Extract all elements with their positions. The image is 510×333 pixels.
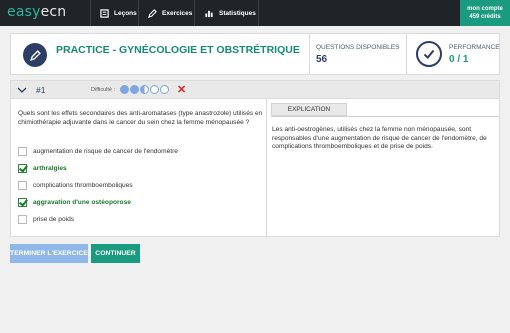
- account-label: mon compte: [467, 6, 503, 12]
- answer-label: complications thromboemboliques: [33, 182, 133, 189]
- logo-easy: easy: [7, 4, 41, 20]
- nav-divider: [138, 0, 139, 26]
- logo-ecn: ecn: [40, 4, 67, 20]
- panel-divider: [266, 99, 267, 236]
- answer-option[interactable]: aggravation d'une ostéoporose: [18, 194, 268, 211]
- question-text: Quels sont les effets secondaires des an…: [18, 110, 263, 126]
- question-header: #1 Difficulté : ✕: [11, 81, 499, 99]
- pencil-icon: [29, 49, 41, 61]
- answer-label: prise de poids: [33, 216, 75, 223]
- answer-option[interactable]: augmentation de risque de cancer de l'en…: [18, 143, 268, 160]
- tab-underline: [271, 116, 499, 117]
- nav-item-statistiques[interactable]: Statistiques: [204, 0, 256, 26]
- nav-divider: [258, 0, 259, 26]
- top-nav: easyecn Leçons Exercices Statistiques mo…: [0, 0, 510, 26]
- nav-label-lecons: Leçons: [114, 9, 137, 17]
- answer-option[interactable]: complications thromboemboliques: [18, 177, 268, 194]
- nav-label-exercices: Exercices: [162, 9, 193, 17]
- page-title: PRACTICE - GYNÉCOLOGIE ET OBSTRÉTRIQUE: [56, 44, 300, 56]
- answer-checkbox[interactable]: [18, 164, 27, 173]
- chevron-down-icon[interactable]: [17, 85, 27, 95]
- nav-item-exercices[interactable]: Exercices: [148, 0, 192, 26]
- answer-label: arthralgies: [33, 165, 67, 172]
- header-divider: [309, 34, 310, 74]
- header-divider: [406, 34, 407, 74]
- bar-chart-icon: [205, 10, 213, 17]
- cross-icon: ✕: [177, 84, 187, 96]
- account-button[interactable]: mon compte 459 crédits: [460, 0, 510, 26]
- difficulty-dot: [140, 85, 149, 94]
- answer-checkbox[interactable]: [18, 198, 27, 207]
- answer-checkbox[interactable]: [18, 215, 27, 224]
- difficulty-label: Difficulté :: [91, 87, 116, 93]
- nav-item-lecons[interactable]: Leçons: [100, 0, 137, 26]
- difficulty-rating: [120, 85, 169, 94]
- logo[interactable]: easyecn: [7, 4, 66, 20]
- answer-options: augmentation de risque de cancer de l'en…: [18, 143, 268, 228]
- answer-label: aggravation d'une ostéoporose: [33, 199, 131, 206]
- tab-explication[interactable]: EXPLICATION: [271, 103, 347, 116]
- nav-label-statistiques: Statistiques: [219, 9, 256, 17]
- performance-label: PERFORMANCE: [449, 44, 500, 51]
- continue-button[interactable]: CONTINUER: [91, 244, 140, 263]
- answer-option[interactable]: prise de poids: [18, 211, 268, 228]
- performance-check-icon: [416, 41, 442, 67]
- pencil-icon: [148, 8, 157, 18]
- nav-divider: [194, 0, 195, 26]
- question-number: #1: [36, 85, 46, 95]
- answer-checkbox[interactable]: [18, 147, 27, 156]
- question-panel: #1 Difficulté : ✕ Quels sont les effets …: [10, 80, 500, 237]
- book-icon: [100, 8, 109, 18]
- exercise-type-badge: [23, 43, 47, 67]
- answer-checkbox[interactable]: [18, 181, 27, 190]
- difficulty-dot: [150, 85, 159, 94]
- nav-divider: [90, 0, 91, 26]
- questions-available-label: QUESTIONS DISPONIBLES: [316, 44, 400, 51]
- exercise-header: PRACTICE - GYNÉCOLOGIE ET OBSTRÉTRIQUE Q…: [10, 33, 500, 75]
- end-exercise-button[interactable]: TERMINER L'EXERCICE: [10, 244, 88, 263]
- account-credits: 459 crédits: [469, 14, 501, 20]
- questions-available-value: 56: [316, 54, 328, 65]
- difficulty-dot: [130, 85, 139, 94]
- difficulty-dot: [120, 85, 129, 94]
- answer-option[interactable]: arthralgies: [18, 160, 268, 177]
- explanation-text: Les anti-oestrogènes, utilisés chez la f…: [272, 126, 487, 151]
- performance-value: 0 / 1: [449, 54, 469, 65]
- answer-label: augmentation de risque de cancer de l'en…: [33, 148, 178, 155]
- difficulty-dot: [160, 85, 169, 94]
